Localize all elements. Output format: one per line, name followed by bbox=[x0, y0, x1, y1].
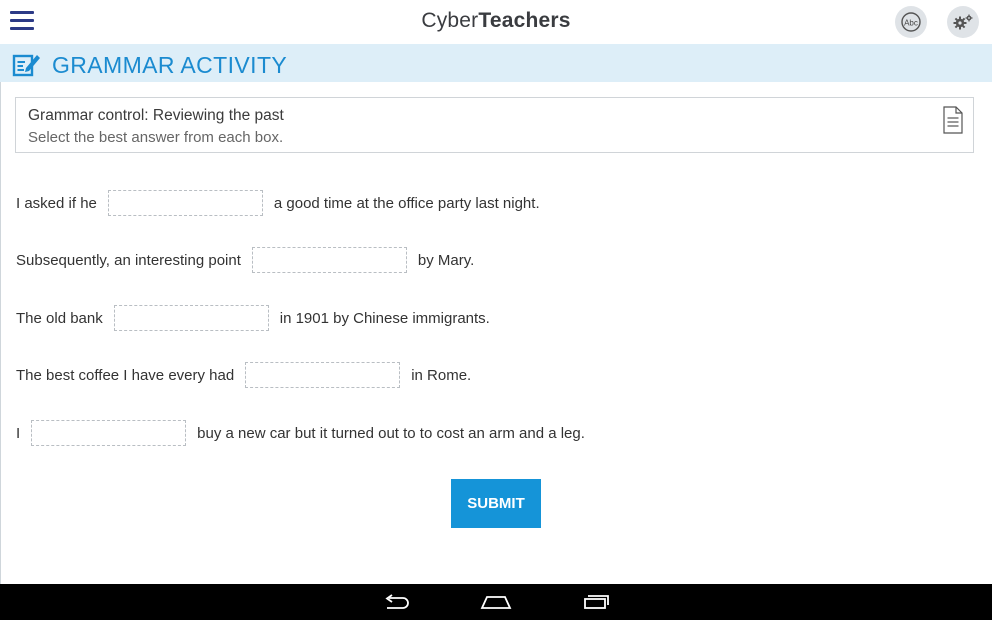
recent-apps-icon[interactable] bbox=[574, 588, 618, 616]
page-title: GRAMMAR ACTIVITY bbox=[52, 52, 288, 78]
document-icon[interactable] bbox=[943, 106, 963, 134]
sentence-text-after: in 1901 by Chinese immigrants. bbox=[279, 309, 490, 327]
activity-title-bar: GRAMMAR ACTIVITY bbox=[0, 44, 992, 82]
edit-note-icon bbox=[12, 54, 40, 77]
answer-box-5[interactable] bbox=[31, 420, 187, 446]
settings-button[interactable] bbox=[947, 6, 979, 38]
instruction-card: Grammar control: Reviewing the past Sele… bbox=[15, 97, 974, 153]
sentence-text-after: by Mary. bbox=[417, 251, 475, 269]
brand-part-cyber: Cyber bbox=[421, 9, 479, 32]
spellcheck-button[interactable]: Abc bbox=[895, 6, 927, 38]
sentence-text-after: buy a new car but it turned out to to co… bbox=[197, 424, 585, 442]
sentence-text-after: a good time at the office party last nig… bbox=[273, 194, 540, 212]
content-left-border bbox=[0, 44, 1, 584]
sentence-row-4: The best coffee I have every had in Rome… bbox=[16, 362, 471, 388]
sentence-row-3: The old bank in 1901 by Chinese immigran… bbox=[16, 305, 490, 331]
brand-logo: CyberTeachers bbox=[0, 9, 992, 33]
abc-spellcheck-icon: Abc bbox=[901, 12, 921, 32]
sentence-text-before: The best coffee I have every had bbox=[16, 366, 235, 384]
answer-box-1[interactable] bbox=[107, 190, 263, 216]
system-nav-bar bbox=[0, 584, 992, 620]
sentence-text-before: The old bank bbox=[16, 309, 103, 327]
sentence-text-before: I asked if he bbox=[16, 194, 97, 212]
home-icon[interactable] bbox=[474, 588, 518, 616]
submit-button[interactable]: SUBMIT bbox=[451, 479, 541, 528]
gears-icon bbox=[953, 14, 973, 30]
sentence-text-after: in Rome. bbox=[411, 366, 472, 384]
app-header: CyberTeachers Abc bbox=[0, 0, 992, 44]
instruction-title: Grammar control: Reviewing the past bbox=[28, 107, 284, 124]
answer-box-2[interactable] bbox=[251, 247, 407, 273]
spellcheck-icon-label: Abc bbox=[904, 19, 918, 28]
answer-box-3[interactable] bbox=[113, 305, 269, 331]
instruction-subtitle: Select the best answer from each box. bbox=[28, 129, 284, 146]
sentence-row-1: I asked if he a good time at the office … bbox=[16, 190, 540, 216]
answer-box-4[interactable] bbox=[245, 362, 401, 388]
sentence-text-before: I bbox=[16, 424, 21, 442]
sentence-text-before: Subsequently, an interesting point bbox=[16, 251, 241, 269]
sentence-row-5: I buy a new car but it turned out to to … bbox=[16, 420, 585, 446]
back-icon[interactable] bbox=[375, 588, 419, 616]
brand-part-teachers: Teachers bbox=[478, 9, 571, 32]
sentence-row-2: Subsequently, an interesting point by Ma… bbox=[16, 247, 474, 273]
